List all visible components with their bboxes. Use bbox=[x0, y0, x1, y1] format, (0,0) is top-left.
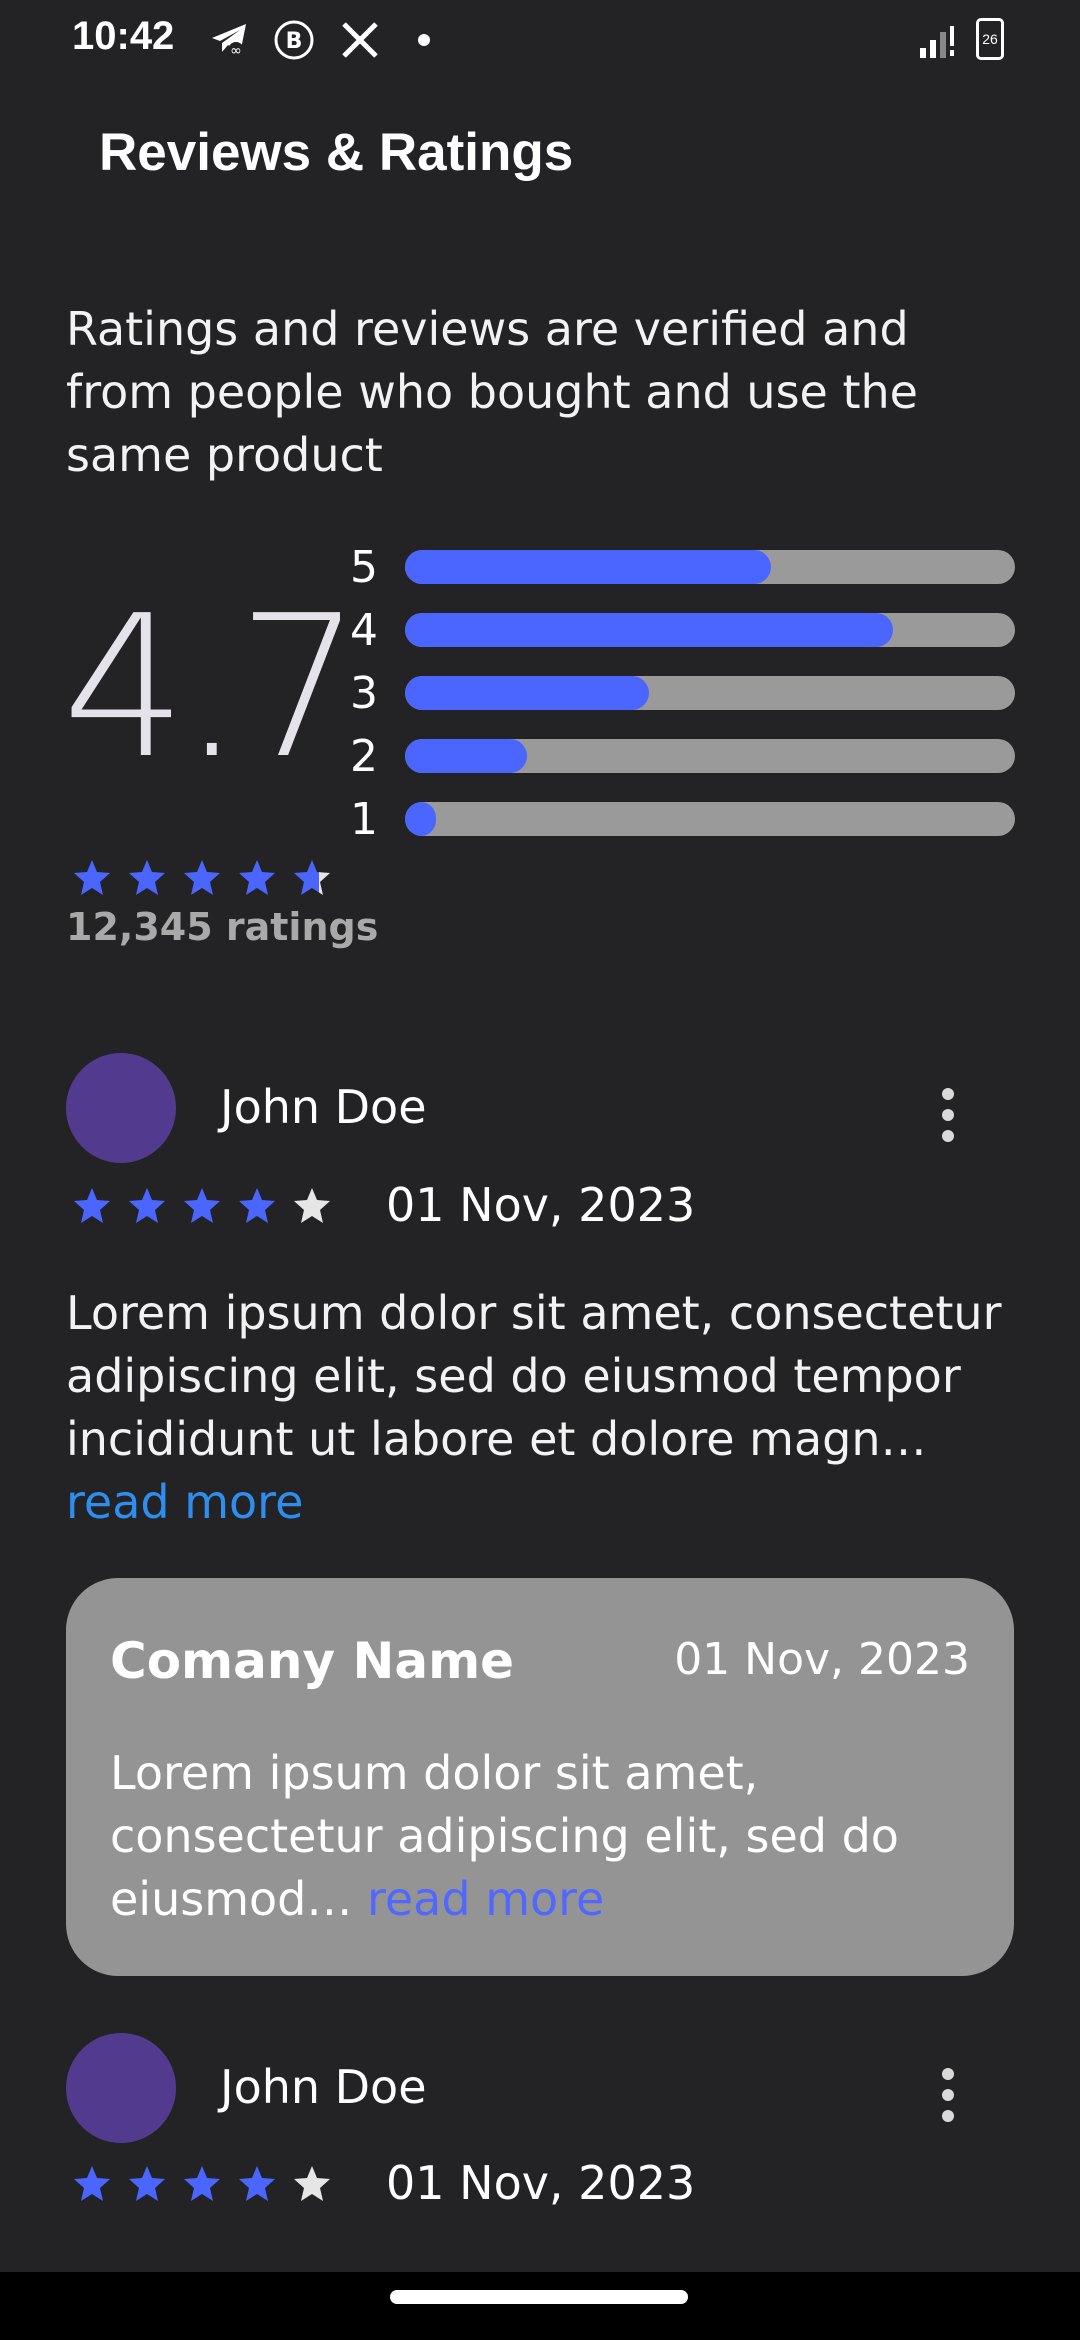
reply-read-more-link[interactable]: read more bbox=[367, 1872, 604, 1926]
star-filled-icon bbox=[127, 2164, 167, 2208]
star-filled-icon bbox=[237, 1186, 277, 1230]
star-filled-icon bbox=[72, 858, 112, 902]
average-rating: 4.7 bbox=[62, 574, 362, 802]
star-filled-icon bbox=[72, 2164, 112, 2208]
reply-date: 01 Nov, 2023 bbox=[674, 1634, 970, 1685]
rating-bar-track bbox=[405, 613, 1015, 647]
rating-bar-track bbox=[405, 802, 1015, 836]
star-filled-icon bbox=[72, 1186, 112, 1230]
home-handle[interactable] bbox=[390, 2290, 688, 2304]
battery-icon: 26 bbox=[976, 18, 1004, 60]
rating-bar-fill bbox=[405, 802, 436, 836]
star-filled-icon bbox=[127, 1186, 167, 1230]
company-name: Comany Name bbox=[110, 1632, 515, 1690]
star-filled-icon bbox=[237, 2164, 277, 2208]
review-stars bbox=[72, 1186, 347, 1230]
review-date: 01 Nov, 2023 bbox=[386, 2156, 696, 2210]
navigation-bar bbox=[0, 2272, 1080, 2340]
rating-bar-fill bbox=[405, 550, 771, 584]
rating-bar-fill bbox=[405, 739, 527, 773]
signal-icon bbox=[920, 26, 954, 58]
page-title: Reviews & Ratings bbox=[99, 123, 574, 182]
reviewer-name: John Doe bbox=[220, 1080, 427, 1134]
avatar[interactable] bbox=[66, 1053, 176, 1163]
read-more-link[interactable]: read more bbox=[66, 1475, 303, 1529]
rating-bar-track bbox=[405, 676, 1015, 710]
star-empty-icon bbox=[292, 1186, 332, 1230]
star-filled-icon bbox=[237, 858, 277, 902]
dot-icon bbox=[418, 34, 430, 46]
star-filled-icon bbox=[182, 858, 222, 902]
review-text: Lorem ipsum dolor sit amet, consectetur … bbox=[66, 1282, 1016, 1534]
rating-bar-label: 4 bbox=[350, 605, 378, 656]
star-half-icon bbox=[292, 858, 332, 902]
svg-text:B: B bbox=[286, 29, 303, 54]
ratings-count: 12,345 ratings bbox=[66, 905, 379, 949]
svg-text:∞: ∞ bbox=[230, 43, 242, 59]
telegram-icon: ∞ bbox=[212, 24, 246, 59]
status-time: 10:42 bbox=[72, 14, 175, 58]
rating-bar-row: 5 bbox=[350, 542, 1016, 593]
star-filled-icon bbox=[182, 1186, 222, 1230]
rating-bar-row: 4 bbox=[350, 605, 1016, 656]
reply-text: Lorem ipsum dolor sit amet, consectetur … bbox=[110, 1742, 970, 1931]
rating-bar-fill bbox=[405, 676, 649, 710]
rating-bar-row: 3 bbox=[350, 668, 1016, 719]
review-stars bbox=[72, 2164, 347, 2208]
rating-bar-label: 1 bbox=[350, 794, 378, 845]
rating-bar-fill bbox=[405, 613, 893, 647]
review-body: Lorem ipsum dolor sit amet, consectetur … bbox=[66, 1286, 1002, 1466]
review-date: 01 Nov, 2023 bbox=[386, 1178, 696, 1232]
average-stars bbox=[72, 858, 347, 902]
battery-level: 26 bbox=[982, 31, 998, 47]
x-icon bbox=[342, 22, 378, 58]
star-empty-icon bbox=[292, 2164, 332, 2208]
rating-bar-label: 3 bbox=[350, 668, 378, 719]
intro-text: Ratings and reviews are verified and fro… bbox=[66, 302, 918, 482]
avatar[interactable] bbox=[66, 2033, 176, 2143]
star-filled-icon bbox=[127, 858, 167, 902]
rating-bar-label: 5 bbox=[350, 542, 378, 593]
rating-bar-row: 2 bbox=[350, 731, 1016, 782]
rating-bar-track bbox=[405, 739, 1015, 773]
more-options-icon[interactable] bbox=[942, 2068, 954, 2131]
b-icon: B bbox=[274, 20, 314, 60]
status-bar: 10:42 ∞ B 26 bbox=[0, 0, 1080, 80]
rating-bar-label: 2 bbox=[350, 731, 378, 782]
star-filled-icon bbox=[182, 2164, 222, 2208]
rating-bar-track bbox=[405, 550, 1015, 584]
rating-bar-row: 1 bbox=[350, 794, 1016, 845]
more-options-icon[interactable] bbox=[942, 1088, 954, 1151]
reviewer-name: John Doe bbox=[220, 2060, 427, 2114]
company-reply-card: Comany Name 01 Nov, 2023 Lorem ipsum dol… bbox=[66, 1578, 1014, 1976]
